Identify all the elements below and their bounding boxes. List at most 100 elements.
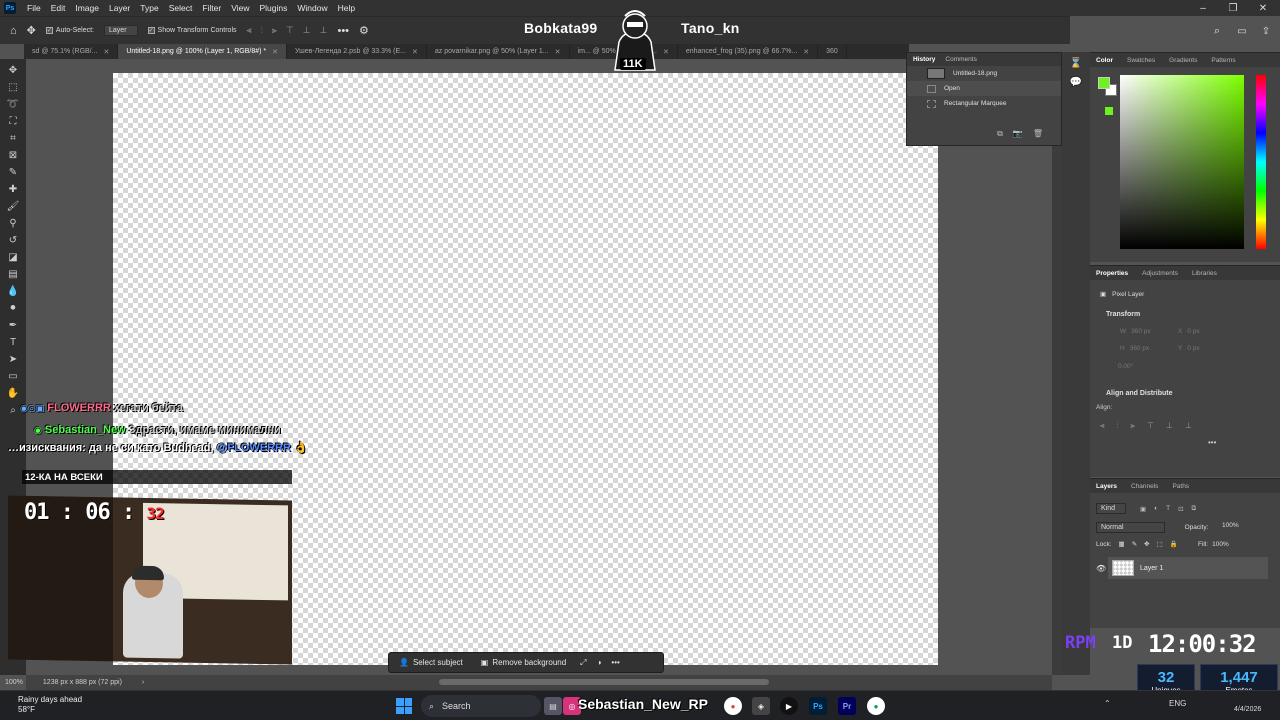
align-left-icon[interactable]: ⫷ — [1100, 421, 1105, 431]
menu-plugins[interactable]: Plugins — [254, 3, 292, 13]
chrome-icon[interactable]: ● — [867, 697, 885, 715]
tab-properties[interactable]: Properties — [1096, 270, 1128, 277]
chevron-right-icon[interactable]: › — [142, 679, 144, 686]
comments-icon[interactable]: 💬 — [1070, 77, 1082, 88]
photoshop-icon[interactable]: Ps — [809, 697, 827, 715]
object-select-tool-icon[interactable]: ⛶ — [3, 113, 23, 130]
move-tool-icon[interactable]: ✥ — [27, 24, 36, 37]
close-icon[interactable]: ✕ — [412, 48, 418, 56]
menu-file[interactable]: File — [22, 3, 46, 13]
align-middle-icon[interactable]: ⊥ — [1166, 421, 1173, 431]
menu-type[interactable]: Type — [135, 3, 163, 13]
tab-color[interactable]: Color — [1096, 57, 1113, 64]
remove-background-button[interactable]: ▣ Remove background — [477, 656, 570, 669]
x-field[interactable]: 0 px — [1187, 328, 1199, 335]
dodge-tool-icon[interactable]: ⚫ — [3, 300, 23, 317]
file-explorer-icon[interactable]: ▤ — [544, 697, 562, 715]
tab-paths[interactable]: Paths — [1172, 483, 1189, 490]
language-indicator[interactable]: ENG — [1169, 699, 1186, 708]
align-right-icon[interactable]: ⫸ — [1131, 421, 1136, 431]
close-icon[interactable]: ✕ — [103, 48, 109, 56]
more-button[interactable]: ••• — [611, 658, 619, 667]
marquee-tool-icon[interactable]: ⬚ — [3, 79, 23, 96]
show-transform-checkbox[interactable]: ✓ Show Transform Controls — [147, 27, 237, 34]
brush-tool-icon[interactable]: 🖌 — [3, 198, 23, 215]
healing-brush-tool-icon[interactable]: ✚ — [3, 181, 23, 198]
maximize-icon[interactable]: ❐ — [1218, 0, 1248, 16]
menu-edit[interactable]: Edit — [46, 3, 71, 13]
move-tool-icon[interactable]: ✥ — [3, 62, 23, 79]
doc-tab[interactable]: 360 — [818, 44, 847, 59]
taskbar-date[interactable]: 4/4/2026 — [1234, 706, 1261, 713]
align-top-icon[interactable]: ⊤ — [286, 25, 294, 36]
eye-icon[interactable]: 👁 — [1096, 564, 1106, 573]
close-icon[interactable]: ✕ — [803, 48, 809, 56]
hue-slider[interactable] — [1256, 75, 1266, 249]
menu-image[interactable]: Image — [70, 3, 104, 13]
shape-tool-icon[interactable]: ▭ — [3, 368, 23, 385]
align-center-icon[interactable]: ⫶ — [261, 25, 263, 36]
windows-start-icon[interactable] — [396, 698, 412, 714]
path-select-tool-icon[interactable]: ➤ — [3, 351, 23, 368]
tab-adjustments[interactable]: Adjustments — [1142, 270, 1178, 277]
y-field[interactable]: 0 px — [1187, 345, 1199, 352]
taskbar-search[interactable]: ⌕ Search — [421, 695, 541, 717]
lock-transparent-icon[interactable]: ▦ — [1119, 540, 1125, 548]
menu-filter[interactable]: Filter — [197, 3, 226, 13]
align-right-icon[interactable]: ⫸ — [272, 25, 277, 36]
tab-layers[interactable]: Layers — [1096, 483, 1117, 490]
eraser-tool-icon[interactable]: ◪ — [3, 249, 23, 266]
align-center-icon[interactable]: ⫶ — [1117, 421, 1119, 431]
gradient-tool-icon[interactable]: ▤ — [3, 266, 23, 283]
menu-layer[interactable]: Layer — [104, 3, 135, 13]
swap-color-icon[interactable] — [1105, 107, 1113, 115]
doc-tab[interactable]: sd @ 75.1% (RGB/... ✕ — [24, 44, 119, 59]
history-snapshot[interactable]: Untitled-18.png — [907, 66, 1061, 81]
doc-tab[interactable]: az povarnikar.png @ 50% (Layer 1... ✕ — [427, 44, 570, 59]
hand-tool-icon[interactable]: ✋ — [3, 385, 23, 402]
share-icon[interactable]: ⇪ — [1252, 18, 1280, 44]
select-subject-button[interactable]: 👤 Select subject — [395, 656, 467, 669]
align-top-icon[interactable]: ⊤ — [1147, 421, 1154, 431]
lock-all-icon[interactable]: 🔒 — [1170, 540, 1178, 548]
tab-libraries[interactable]: Libraries — [1192, 270, 1217, 277]
home-icon[interactable]: ⌂ — [10, 25, 17, 37]
menu-window[interactable]: Window — [292, 3, 332, 13]
tab-swatches[interactable]: Swatches — [1127, 57, 1155, 64]
more-options-button[interactable]: ••• — [337, 25, 349, 37]
layer-item[interactable]: 👁 Layer 1 — [1096, 557, 1268, 579]
doc-tab[interactable]: enhanced_frog (35).png @ 66.7%... ✕ — [678, 44, 819, 59]
tab-channels[interactable]: Channels — [1131, 483, 1158, 490]
search-icon[interactable]: ⌕ — [1203, 18, 1231, 44]
more-button[interactable]: ••• — [1208, 438, 1216, 447]
app-icon[interactable]: ◈ — [752, 697, 770, 715]
menu-view[interactable]: View — [226, 3, 254, 13]
trash-icon[interactable]: 🗑 — [1033, 129, 1043, 139]
height-field[interactable]: 360 px — [1130, 345, 1150, 352]
align-middle-icon[interactable]: ⊥ — [303, 25, 311, 36]
lock-image-icon[interactable]: ✎ — [1132, 540, 1137, 548]
clone-stamp-tool-icon[interactable]: ⚲ — [3, 215, 23, 232]
chrome-icon[interactable]: ● — [724, 697, 742, 715]
smart-filter-icon[interactable]: ⧉ — [1192, 505, 1197, 513]
color-picker-field[interactable] — [1120, 75, 1244, 249]
tab-gradients[interactable]: Gradients — [1169, 57, 1197, 64]
doc-tab[interactable]: Ушев-Легенда 2.psb @ 33.3% (E... ✕ — [287, 44, 427, 59]
opacity-field[interactable]: 100% — [1222, 522, 1239, 529]
crop-tool-icon[interactable]: ⌗ — [3, 130, 23, 147]
lock-position-icon[interactable]: ✥ — [1144, 540, 1149, 548]
menu-help[interactable]: Help — [333, 3, 360, 13]
scrollbar-thumb[interactable] — [439, 679, 769, 685]
auto-select-checkbox[interactable]: ✓ Auto-Select: — [45, 27, 94, 34]
weather-widget[interactable]: Rainy days ahead 58°F — [18, 695, 82, 715]
align-bottom-icon[interactable]: ⊥ — [320, 25, 328, 36]
history-icon[interactable]: ⌛ — [1070, 58, 1082, 69]
tab-patterns[interactable]: Patterns — [1211, 57, 1235, 64]
foreground-color-swatch[interactable] — [1098, 77, 1110, 89]
width-field[interactable]: 360 px — [1131, 328, 1151, 335]
frame-tool-icon[interactable]: ⊠ — [3, 147, 23, 164]
layer-select[interactable]: Layer — [104, 25, 138, 36]
close-icon[interactable]: ✕ — [272, 48, 278, 56]
new-document-icon[interactable]: ⧉ — [997, 129, 1003, 139]
adjustment-filter-icon[interactable]: ◐ — [1154, 505, 1158, 513]
